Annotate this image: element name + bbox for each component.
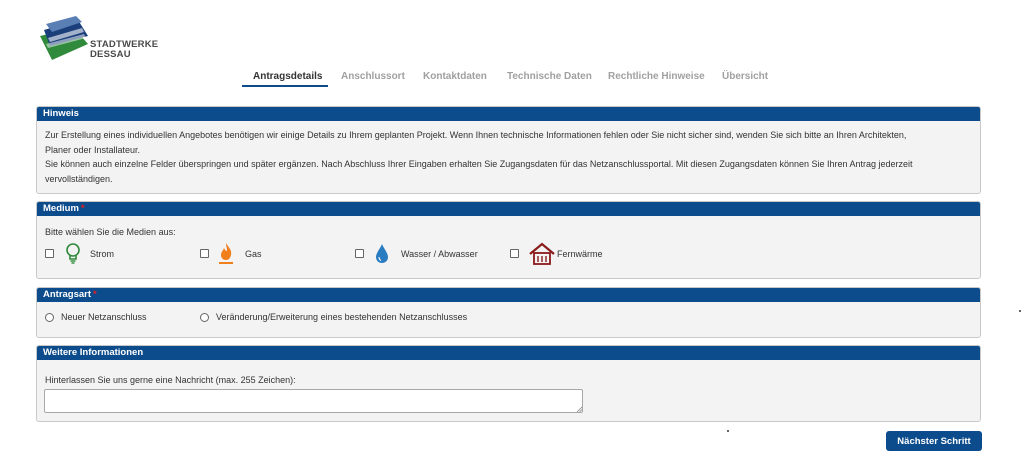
tab-anschlussort[interactable]: Anschlussort bbox=[341, 71, 405, 82]
hinweis-panel: Hinweis Zur Erstellung eines individuell… bbox=[36, 106, 981, 194]
flame-icon bbox=[216, 242, 236, 266]
veraenderung-radio[interactable] bbox=[200, 313, 209, 322]
stray-dot bbox=[1019, 310, 1021, 312]
hinweis-line: Sie können auch einzelne Felder überspri… bbox=[45, 159, 913, 169]
medium-intro: Bitte wählen Sie die Medien aus: bbox=[45, 227, 176, 237]
hinweis-line: Planer oder Installateur. bbox=[45, 144, 141, 155]
weitere-informationen-panel: Weitere Informationen Hinterlassen Sie u… bbox=[36, 345, 981, 422]
resize-grip-icon[interactable] bbox=[576, 406, 582, 412]
neuer-netzanschluss-label[interactable]: Neuer Netzanschluss bbox=[61, 312, 147, 322]
message-label: Hinterlassen Sie uns gerne eine Nachrich… bbox=[45, 375, 296, 385]
wasser-label: Wasser / Abwasser bbox=[401, 249, 478, 259]
district-heating-icon bbox=[529, 242, 555, 266]
water-drop-icon bbox=[372, 242, 392, 266]
tab-uebersicht[interactable]: Übersicht bbox=[722, 71, 768, 82]
antragsart-panel: Antragsart * Neuer Netzanschluss Veränder… bbox=[36, 287, 981, 338]
tab-technische-daten[interactable]: Technische Daten bbox=[507, 71, 592, 82]
required-marker: * bbox=[93, 289, 97, 300]
weitere-heading: Weitere Informationen bbox=[37, 346, 980, 360]
strom-label: Strom bbox=[90, 249, 115, 259]
strom-checkbox[interactable] bbox=[45, 249, 54, 258]
tab-antragsdetails[interactable]: Antragsdetails bbox=[253, 71, 322, 82]
required-marker: * bbox=[80, 203, 85, 214]
gas-checkbox[interactable] bbox=[200, 249, 209, 258]
tab-rechtliche-hinweise[interactable]: Rechtliche Hinweise bbox=[608, 71, 705, 82]
step-tabs: Antragsdetails Anschlussort Kontaktdaten… bbox=[0, 71, 1024, 89]
logo-text: STADTWERKE DESSAU bbox=[90, 39, 159, 60]
lightbulb-icon bbox=[63, 242, 83, 266]
message-textarea[interactable] bbox=[44, 389, 583, 413]
tab-kontaktdaten[interactable]: Kontaktdaten bbox=[423, 71, 487, 82]
gas-label: Gas bbox=[245, 249, 262, 259]
fernwaerme-checkbox[interactable] bbox=[510, 249, 519, 258]
medium-panel: Medium * Bitte wählen Sie die Medien aus:… bbox=[36, 201, 981, 279]
stadtwerke-dessau-logo: STADTWERKE DESSAU bbox=[38, 14, 168, 64]
hinweis-line: vervollständigen. bbox=[45, 173, 113, 184]
wasser-checkbox[interactable] bbox=[355, 249, 364, 258]
medium-heading: Medium * bbox=[37, 202, 980, 216]
hinweis-heading: Hinweis bbox=[37, 107, 980, 121]
medium-options: Strom Gas Wasser / Abwasser Fernwärme bbox=[45, 242, 745, 266]
active-tab-indicator bbox=[242, 85, 328, 87]
logo-mark-icon bbox=[40, 16, 88, 60]
hinweis-text: Zur Erstellung eines individuellen Angeb… bbox=[37, 121, 980, 186]
fernwaerme-label: Fernwärme bbox=[557, 249, 603, 259]
stray-dot bbox=[727, 430, 729, 432]
hinweis-line: Zur Erstellung eines individuellen Angeb… bbox=[45, 130, 907, 140]
veraenderung-label[interactable]: Veränderung/Erweiterung eines bestehende… bbox=[216, 312, 467, 322]
antragsart-heading: Antragsart * bbox=[37, 288, 980, 302]
neuer-netzanschluss-radio[interactable] bbox=[45, 313, 54, 322]
next-step-button[interactable]: Nächster Schritt bbox=[886, 431, 982, 451]
